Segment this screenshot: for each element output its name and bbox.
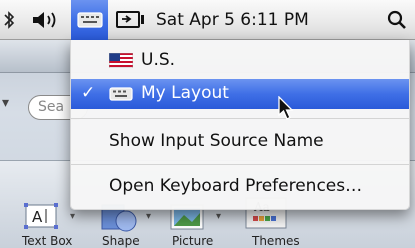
checkmark-icon: ✓ [81,83,96,103]
mouse-cursor-icon [278,96,294,120]
input-menu-button[interactable] [71,0,108,40]
shape-caret-icon[interactable]: ▾ [146,211,151,222]
show-input-source-name-label: Show Input Source Name [109,131,324,151]
spotlight-icon[interactable] [380,0,414,40]
menu-bar: Sat Apr 5 6:11 PM [0,0,415,40]
clock[interactable]: Sat Apr 5 6:11 PM [156,0,376,40]
text-box-caret-icon[interactable]: ▾ [70,211,75,222]
text-box-label: Text Box [22,234,73,248]
menu-separator [71,118,409,119]
input-source-menu: U.S. ✓ My Layout Show Input Source Name … [70,40,410,210]
themes-label: Themes [252,234,300,248]
menu-item-us[interactable]: U.S. [71,46,409,76]
text-box-icon: A [24,203,58,229]
keyboard-icon [109,87,133,101]
svg-text:A: A [32,208,43,226]
search-placeholder: Sea [38,99,65,115]
open-keyboard-preferences-label: Open Keyboard Preferences… [109,176,363,196]
menu-item-my-layout[interactable]: ✓ My Layout [71,79,409,109]
menu-item-open-keyboard-preferences[interactable]: Open Keyboard Preferences… [71,172,409,202]
picture-caret-icon[interactable]: ▾ [216,211,221,222]
us-flag-icon [109,53,133,68]
collapse-chevron-icon[interactable]: ▾ [2,95,9,111]
bluetooth-icon[interactable] [0,0,18,40]
picture-label: Picture [172,234,214,248]
clock-text: Sat Apr 5 6:11 PM [156,10,309,30]
menu-separator [71,164,409,165]
menu-item-my-layout-label: My Layout [141,83,229,103]
display-mirroring-icon[interactable] [112,0,150,40]
text-box-button[interactable]: A [24,203,60,233]
shape-label: Shape [102,234,140,248]
menu-item-us-label: U.S. [141,50,176,70]
keyboard-icon [76,12,103,28]
volume-icon[interactable] [28,0,64,40]
menu-item-show-input-source-name[interactable]: Show Input Source Name [71,127,409,157]
